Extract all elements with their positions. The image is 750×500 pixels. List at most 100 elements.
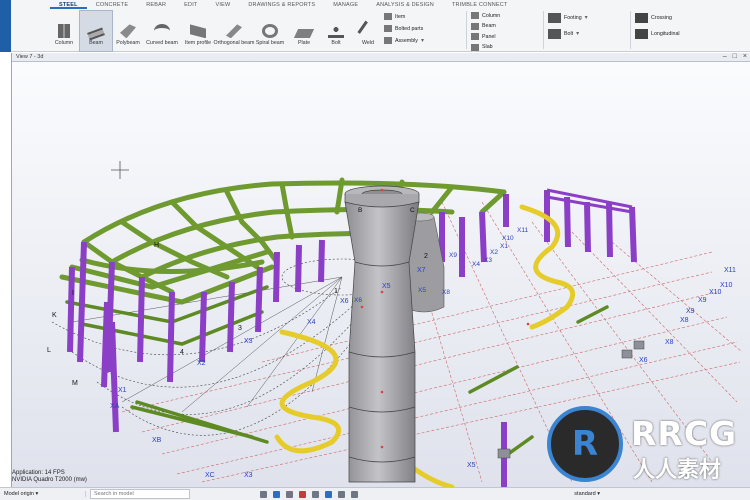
- detail-column-tool[interactable]: Column: [471, 12, 539, 20]
- app-menu-strip[interactable]: [0, 0, 11, 52]
- grid-icon[interactable]: [325, 490, 332, 498]
- polybeam-label: Polybeam: [116, 40, 140, 47]
- grid-label: X1: [500, 243, 508, 250]
- view-icon[interactable]: [312, 490, 319, 498]
- model-origin-select[interactable]: Model origin ▾: [0, 491, 86, 497]
- beam-icon: [87, 27, 105, 41]
- group-bolt-tool[interactable]: Bolt ▾: [548, 28, 626, 39]
- item-tool[interactable]: Item: [384, 12, 462, 21]
- spiral-beam-icon: [262, 24, 278, 39]
- snap-icon[interactable]: [273, 490, 280, 498]
- grid-label: X10: [709, 289, 722, 296]
- tab-drawings-reports[interactable]: DRAWINGS & REPORTS: [239, 0, 324, 9]
- grid-label: X6: [354, 297, 362, 304]
- footing-tool[interactable]: Footing ▾: [548, 12, 626, 23]
- crossing-icon: [635, 12, 648, 23]
- detail-tools: Column Beam Panel Slab: [471, 11, 539, 51]
- grid-label: X5: [382, 283, 391, 290]
- minimize-icon[interactable]: –: [723, 53, 727, 60]
- close-icon[interactable]: ×: [743, 53, 747, 60]
- detail-slab-icon: [471, 43, 479, 51]
- orthogonal-beam-button[interactable]: Orthogonal beam: [213, 11, 255, 51]
- bolt-icon: [328, 24, 344, 39]
- footing-label: Footing: [564, 14, 582, 21]
- longitudinal-tool[interactable]: Longitudinal: [635, 28, 705, 39]
- chevron-down-icon[interactable]: ▾: [585, 14, 588, 21]
- ribbon-tools: Column Beam Polybeam Curved beam Item pr…: [48, 10, 705, 52]
- grid-label: X4: [472, 261, 480, 268]
- column-button[interactable]: Column: [48, 11, 80, 51]
- beam-button[interactable]: Beam: [79, 10, 113, 52]
- grid-label: L: [47, 347, 51, 354]
- ribbon-separator: [543, 11, 544, 49]
- select-icon[interactable]: [260, 490, 267, 498]
- watermark-text: RRCG: [631, 414, 738, 453]
- detail-column-icon: [471, 12, 479, 20]
- standard-select[interactable]: standard ▾: [574, 491, 600, 497]
- watermark-logo-letter: R: [571, 424, 599, 464]
- orthogonal-beam-label: Orthogonal beam: [213, 40, 255, 47]
- grid-label: X8: [442, 289, 450, 296]
- plate-button[interactable]: Plate: [288, 11, 320, 51]
- grid-label: 2: [424, 253, 428, 260]
- maximize-icon[interactable]: □: [733, 53, 737, 60]
- view-titlebar[interactable]: View 7 - 3d – □ ×: [12, 53, 750, 62]
- crossing-tool[interactable]: Crossing: [635, 12, 705, 23]
- grid-label: H: [154, 242, 159, 249]
- chevron-down-icon[interactable]: ▾: [421, 37, 424, 44]
- layer-icon[interactable]: [338, 490, 345, 498]
- tab-view[interactable]: VIEW: [206, 0, 239, 9]
- polybeam-icon: [120, 24, 136, 39]
- measure-icon[interactable]: [351, 490, 358, 498]
- watermark: R RRCG 人人素材: [547, 404, 747, 484]
- plate-icon: [293, 29, 315, 39]
- item-profile-label: Item profile: [184, 40, 212, 47]
- spiral-beam-label: Spiral beam: [255, 40, 285, 47]
- grid-label: XA: [110, 403, 120, 410]
- longitudinal-label: Longitudinal: [651, 30, 680, 37]
- tab-rebar[interactable]: REBAR: [137, 0, 175, 9]
- watermark-subtext: 人人素材: [633, 458, 722, 483]
- curved-beam-button[interactable]: Curved beam: [144, 11, 180, 51]
- gpu-text: NVIDIA Quadro T2000 (mw): [12, 477, 87, 483]
- tab-analysis-design[interactable]: ANALYSIS & DESIGN: [367, 0, 443, 9]
- grid-label: X10: [720, 282, 733, 289]
- detail-panel-tool[interactable]: Panel: [471, 33, 539, 41]
- detail-slab-tool[interactable]: Slab: [471, 43, 539, 52]
- view-title: View 7 - 3d: [16, 54, 44, 60]
- status-bar: Model origin ▾ standard ▾: [0, 487, 750, 500]
- tab-trimble-connect[interactable]: TRIMBLE CONNECT: [443, 0, 517, 9]
- bolted-parts-tool[interactable]: Bolted parts: [384, 24, 462, 33]
- ribbon-separator: [466, 11, 467, 49]
- tab-edit[interactable]: EDIT: [175, 0, 206, 9]
- clash-icon[interactable]: [299, 490, 306, 498]
- item-profile-button[interactable]: Item profile: [180, 11, 216, 51]
- grid-label: X3: [244, 338, 253, 345]
- grid-label: X5: [467, 462, 476, 469]
- longitudinal-icon: [635, 28, 648, 39]
- spiral-beam-button[interactable]: Spiral beam: [252, 11, 288, 51]
- tab-steel[interactable]: STEEL: [50, 0, 87, 9]
- item-profile-icon: [190, 24, 206, 39]
- assembly-tool[interactable]: Assembly ▾: [384, 36, 462, 45]
- grid-label: X10: [502, 235, 514, 242]
- grid-label: X1: [118, 387, 127, 394]
- bolt-button[interactable]: Bolt: [320, 11, 352, 51]
- chevron-down-icon[interactable]: ▾: [576, 30, 579, 37]
- ribbon-separator: [630, 11, 631, 49]
- polybeam-button[interactable]: Polybeam: [112, 11, 144, 51]
- detail-slab-label: Slab: [482, 44, 493, 51]
- tab-manage[interactable]: MANAGE: [324, 0, 367, 9]
- orthogonal-beam-icon: [226, 24, 242, 39]
- weld-button[interactable]: Weld: [352, 11, 384, 51]
- search-input[interactable]: [90, 489, 190, 499]
- ribbon-tabs: STEEL CONCRETE REBAR EDIT VIEW DRAWINGS …: [50, 0, 517, 9]
- detail-beam-tool[interactable]: Beam: [471, 22, 539, 31]
- grid-label: X11: [724, 267, 736, 274]
- grid-label: X11: [517, 227, 528, 234]
- grid-label: X6: [639, 357, 648, 364]
- filter-icon[interactable]: [286, 490, 293, 498]
- curved-beam-icon: [154, 24, 170, 38]
- grid-label: X9: [698, 297, 707, 304]
- tab-concrete[interactable]: CONCRETE: [87, 0, 137, 9]
